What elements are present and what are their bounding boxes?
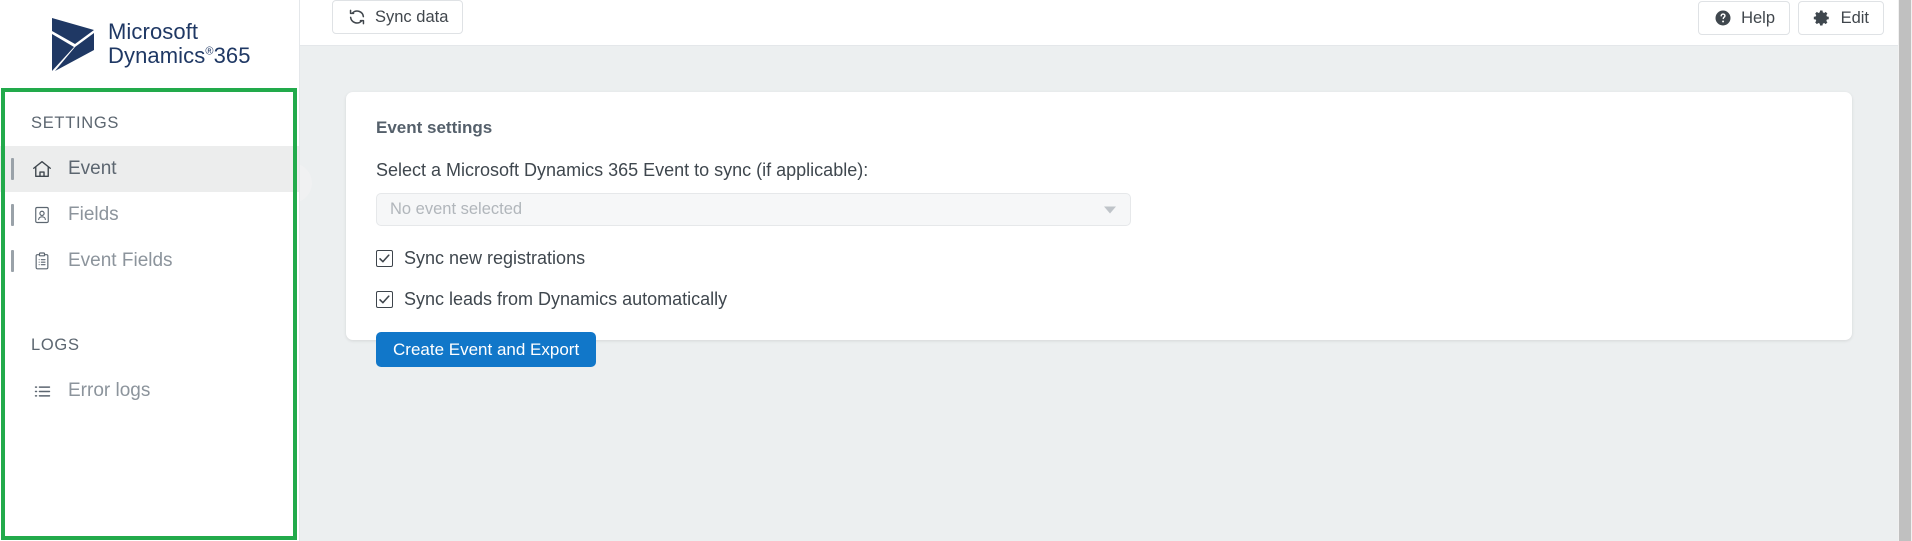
brand-line-2: Dynamics®365 <box>108 44 251 68</box>
dynamics-365-logo-icon <box>50 16 96 73</box>
sidebar-item-label: Event Fields <box>68 250 173 271</box>
id-badge-icon <box>31 204 53 226</box>
sidebar-item-event-fields[interactable]: Event Fields <box>0 238 299 284</box>
top-toolbar: Sync data Help Edit <box>300 0 1912 46</box>
list-icon <box>31 380 53 402</box>
sync-new-registrations-checkbox[interactable] <box>376 250 393 267</box>
registered-mark: ® <box>205 45 214 58</box>
active-marker <box>11 204 14 226</box>
brand-text: Microsoft Dynamics®365 <box>108 20 251 68</box>
page-scrollbar-thumb[interactable] <box>1899 0 1911 541</box>
sidebar: Microsoft Dynamics®365 SETTINGS Event Fi… <box>0 0 300 541</box>
edit-label: Edit <box>1840 8 1869 27</box>
event-settings-panel: Event settings Select a Microsoft Dynami… <box>346 92 1852 367</box>
app-root: Microsoft Dynamics®365 SETTINGS Event Fi… <box>0 0 1912 541</box>
event-select[interactable]: No event selected <box>376 193 1131 226</box>
sidebar-item-fields[interactable]: Fields <box>0 192 299 238</box>
sync-new-registrations-label: Sync new registrations <box>404 248 586 268</box>
page-scrollbar-track[interactable] <box>1898 0 1912 541</box>
sidebar-item-error-logs[interactable]: Error logs <box>0 368 299 414</box>
help-label: Help <box>1741 8 1775 27</box>
home-icon <box>31 158 53 180</box>
sidebar-section-title-logs: LOGS <box>31 336 80 354</box>
brand-logo[interactable]: Microsoft Dynamics®365 <box>0 0 299 88</box>
help-button[interactable]: Help <box>1698 1 1790 35</box>
active-marker <box>11 158 14 180</box>
event-select-wrapper: No event selected <box>376 193 1131 226</box>
brand-dynamics-word: Dynamics <box>108 43 206 68</box>
sidebar-item-label: Error logs <box>68 380 151 401</box>
sync-leads-label: Sync leads from Dynamics automatically <box>404 289 728 309</box>
brand-line-1: Microsoft <box>108 19 199 45</box>
sidebar-item-label: Fields <box>68 204 119 225</box>
edit-button[interactable]: Edit <box>1797 1 1884 35</box>
create-event-and-export-button[interactable]: Create Event and Export <box>376 332 597 367</box>
chevron-down-icon <box>1104 206 1116 213</box>
sync-leads-checkbox[interactable] <box>376 291 393 308</box>
gear-icon <box>1813 9 1832 28</box>
event-select-label: Select a Microsoft Dynamics 365 Event to… <box>376 160 869 180</box>
sidebar-section-title-settings: SETTINGS <box>31 114 120 132</box>
sidebar-item-event[interactable]: Event <box>0 146 299 192</box>
panel-title: Event settings <box>376 118 493 137</box>
sync-new-registrations-row[interactable]: Sync new registrations <box>376 248 585 269</box>
sidebar-item-label: Event <box>68 158 117 179</box>
sync-refresh-icon <box>347 8 366 27</box>
clipboard-list-icon <box>31 250 53 272</box>
sync-leads-row[interactable]: Sync leads from Dynamics automatically <box>376 289 727 310</box>
question-circle-icon <box>1713 9 1732 28</box>
brand-product-number: 365 <box>213 43 251 68</box>
sidebar-nav: SETTINGS Event Fields Event Fields LOGS … <box>0 88 299 541</box>
sync-data-label: Sync data <box>375 7 449 26</box>
sync-data-button[interactable]: Sync data <box>332 0 464 34</box>
main-content: Event settings Select a Microsoft Dynami… <box>300 46 1898 541</box>
active-marker <box>11 250 14 272</box>
event-select-placeholder: No event selected <box>390 200 523 218</box>
